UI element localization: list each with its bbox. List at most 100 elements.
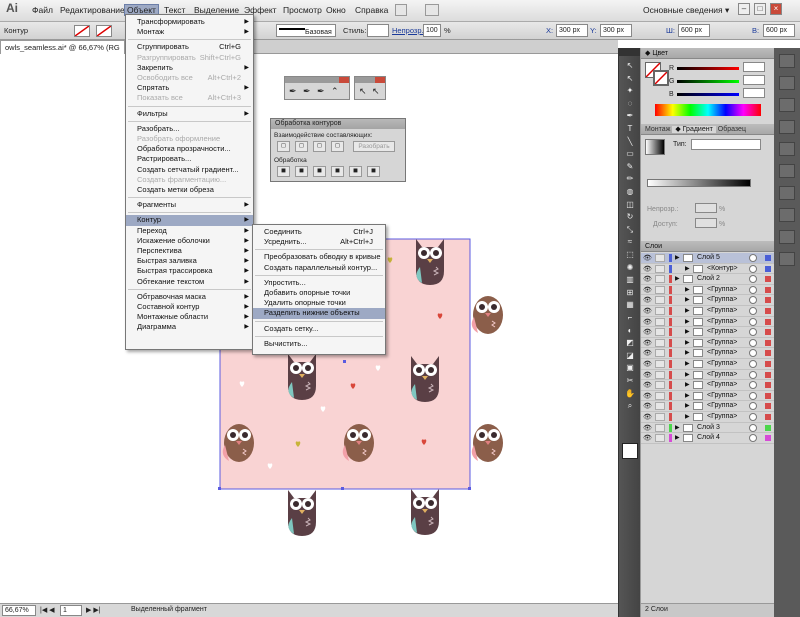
channel-r-input[interactable]	[743, 62, 765, 72]
tab-transform[interactable]: Монтаж	[645, 126, 670, 133]
object_menu-item[interactable]: Спрятать ▶	[126, 83, 253, 94]
sublayer-row[interactable]: 👁 ▶ <Группа>	[641, 391, 775, 402]
expand-arrow-icon[interactable]: ▶	[675, 423, 680, 433]
lock-toggle-icon[interactable]	[655, 328, 665, 337]
layer-name[interactable]: <Контур>	[707, 264, 738, 274]
layer-name[interactable]: <Группа>	[707, 380, 737, 390]
visibility-eye-icon[interactable]: 👁	[643, 434, 653, 442]
expand-arrow-icon[interactable]: ▶	[685, 264, 690, 274]
lock-toggle-icon[interactable]	[655, 360, 665, 368]
layer-name[interactable]: <Группа>	[707, 412, 737, 422]
target-circle-icon[interactable]	[749, 338, 757, 347]
brushes-panel-icon[interactable]	[779, 164, 795, 178]
channel-b-slider[interactable]	[677, 93, 739, 96]
selection-indicator[interactable]	[765, 318, 771, 325]
visibility-eye-icon[interactable]: 👁	[643, 360, 653, 368]
eraser-tool-icon[interactable]: ◫	[622, 199, 638, 210]
target-circle-icon[interactable]	[749, 349, 757, 358]
arrange-documents-icon[interactable]	[425, 4, 439, 16]
exclude-icon[interactable]: ◻	[331, 141, 344, 152]
layer-name[interactable]: <Группа>	[707, 348, 737, 358]
visibility-eye-icon[interactable]: 👁	[643, 296, 653, 304]
object_menu-item[interactable]: Сгруппировать Ctrl+G	[126, 42, 253, 53]
expand-arrow-icon[interactable]: ▶	[685, 380, 690, 390]
path_submenu-item[interactable]: Разделить нижние объекты	[253, 308, 385, 319]
gradient-tool-icon[interactable]: ▦	[622, 299, 638, 310]
path_submenu-item[interactable]: Создать параллельный контур...	[253, 263, 385, 274]
target-circle-icon[interactable]	[749, 254, 757, 262]
object_menu-item[interactable]: Монтажные области ▶	[126, 312, 253, 323]
warp-tool-icon[interactable]: ≈	[622, 236, 638, 247]
target-circle-icon[interactable]	[749, 307, 757, 315]
visibility-eye-icon[interactable]: 👁	[643, 392, 653, 400]
channel-r-slider[interactable]	[677, 67, 739, 70]
maximize-icon[interactable]: □	[754, 3, 766, 15]
object_menu-item[interactable]: Трансформировать ▶	[126, 17, 253, 28]
expand-arrow-icon[interactable]: ▶	[685, 359, 690, 369]
stroke-swatch[interactable]	[96, 25, 112, 37]
visibility-eye-icon[interactable]: 👁	[643, 413, 653, 421]
layer-name[interactable]: <Группа>	[707, 327, 737, 337]
lock-toggle-icon[interactable]	[655, 370, 665, 379]
stroke-color-box[interactable]	[653, 70, 669, 86]
selection-tool-icon[interactable]: ↖	[622, 60, 638, 71]
path_submenu-item[interactable]: Создать сетку...	[253, 324, 385, 335]
minimize-icon[interactable]: –	[738, 3, 750, 15]
object_menu-item[interactable]: Обтекание текстом ▶	[126, 277, 253, 288]
channel-g-slider[interactable]	[677, 80, 739, 83]
sublayer-row[interactable]: 👁 ▶ <Группа>	[641, 327, 775, 338]
intersect-icon[interactable]: ◻	[313, 141, 326, 152]
trim-icon[interactable]: ◼	[295, 166, 308, 177]
divide-icon[interactable]: ◼	[277, 166, 290, 177]
expand-arrow-icon[interactable]: ▶	[685, 306, 690, 316]
expand-button[interactable]: Разобрать	[353, 141, 395, 152]
outline-icon[interactable]: ◼	[349, 166, 362, 177]
artboard-tool-icon[interactable]: ▣	[622, 362, 638, 373]
lock-toggle-icon[interactable]	[655, 254, 665, 262]
visibility-eye-icon[interactable]: 👁	[643, 265, 653, 273]
free-transform-tool-icon[interactable]: ⬚	[622, 249, 638, 260]
expand-arrow-icon[interactable]: ▶	[685, 317, 690, 327]
visibility-eye-icon[interactable]: 👁	[643, 424, 653, 432]
selection-indicator[interactable]	[765, 339, 771, 346]
menu-edit[interactable]: Редактирование	[60, 5, 125, 15]
direct-select-icon[interactable]: ↖	[359, 86, 367, 97]
type-tool-icon[interactable]: T	[622, 123, 638, 134]
selection-indicator[interactable]	[765, 403, 771, 410]
tab-swatches[interactable]: Образец	[718, 126, 746, 133]
visibility-eye-icon[interactable]: 👁	[643, 318, 653, 326]
selection-indicator[interactable]	[765, 308, 771, 314]
layer-name[interactable]: Слой 5	[697, 253, 720, 263]
object_menu-item[interactable]: Фильтры ▶	[126, 109, 253, 120]
live-paint-tool-icon[interactable]: ◩	[622, 337, 638, 348]
object_menu-item[interactable]: Переход ▶	[126, 226, 253, 237]
target-circle-icon[interactable]	[749, 402, 757, 411]
sublayer-row[interactable]: 👁 ▶ <Группа>	[641, 359, 775, 370]
lock-toggle-icon[interactable]	[655, 307, 665, 315]
object_menu-item[interactable]: Контур ▶	[126, 215, 253, 226]
menu-view[interactable]: Просмотр	[283, 5, 322, 15]
sublayer-row[interactable]: 👁 ▶ <Группа>	[641, 401, 775, 412]
expand-arrow-icon[interactable]: ▶	[685, 412, 690, 422]
object_menu-item[interactable]: Искажение оболочки ▶	[126, 236, 253, 247]
visibility-eye-icon[interactable]: 👁	[643, 286, 653, 294]
expand-arrow-icon[interactable]: ▶	[685, 285, 690, 295]
selection-indicator[interactable]	[765, 371, 771, 378]
layer-name[interactable]: <Группа>	[707, 285, 737, 295]
paintbrush-tool-icon[interactable]: ✎	[622, 161, 638, 172]
visibility-eye-icon[interactable]: 👁	[643, 275, 653, 283]
target-circle-icon[interactable]	[749, 381, 757, 390]
selection-indicator[interactable]	[765, 265, 771, 272]
symbol-sprayer-tool-icon[interactable]: ✺	[622, 262, 638, 273]
appearance-panel-icon[interactable]	[779, 98, 795, 112]
layer-name[interactable]: <Группа>	[707, 401, 737, 411]
live-paint-select-tool-icon[interactable]: ◪	[622, 350, 638, 361]
layer-name[interactable]: <Группа>	[707, 391, 737, 401]
blend-tool-icon[interactable]: ◐	[622, 325, 638, 336]
page-field[interactable]: 1	[60, 605, 82, 616]
layer-row[interactable]: 👁 ▶ Слой 2	[641, 274, 775, 285]
layer-name[interactable]: Слой 4	[697, 433, 720, 443]
object_menu-item[interactable]: Закрепить ▶	[126, 63, 253, 74]
layer-row[interactable]: 👁 ▶ Слой 3	[641, 423, 775, 434]
selection-indicator[interactable]	[765, 435, 771, 442]
